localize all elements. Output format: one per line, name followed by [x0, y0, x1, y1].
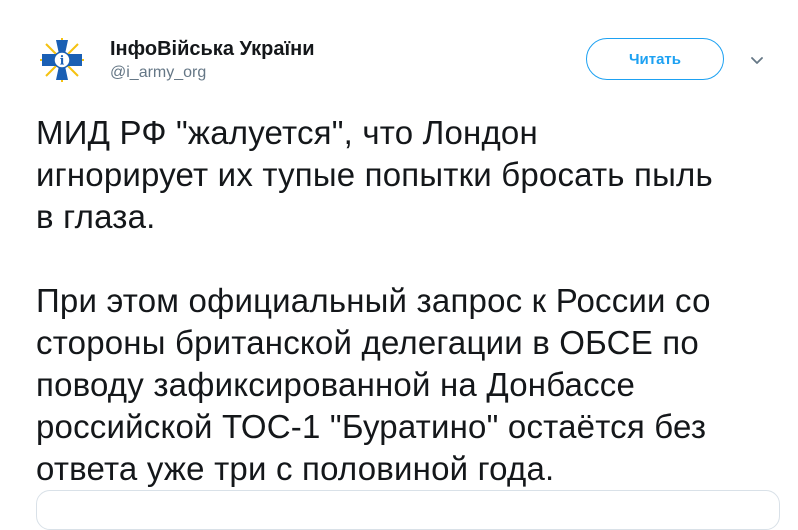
- tweet-line: При этом официальный запрос к России со: [36, 282, 711, 319]
- tweet-paragraph-1: МИД РФ "жалуется", что Лондон игнорирует…: [36, 112, 786, 238]
- svg-text:i: i: [60, 54, 65, 68]
- tweet-line: МИД РФ "жалуется", что Лондон: [36, 114, 538, 151]
- author-screen-name[interactable]: @i_army_org: [110, 64, 206, 82]
- tweet-menu-button[interactable]: [747, 50, 767, 70]
- tweet-text: МИД РФ "жалуется", что Лондон игнорирует…: [36, 112, 786, 490]
- tweet-line: игнорирует их тупые попытки бросать пыль: [36, 156, 713, 193]
- author-display-name[interactable]: ІнфоВійська України: [110, 38, 315, 61]
- tweet-line: стороны британской делегации в ОБСЕ по: [36, 324, 699, 361]
- follow-button[interactable]: Читать: [586, 38, 724, 80]
- tweet-paragraph-2: При этом официальный запрос к России со …: [36, 280, 786, 490]
- emblem-avatar-icon: i: [40, 38, 84, 82]
- chevron-down-icon: [751, 57, 763, 64]
- tweet-line: ответа уже три с половиной года.: [36, 450, 555, 487]
- tweet-card: i ІнфоВійська України @i_army_org Читать…: [0, 0, 798, 530]
- author-avatar[interactable]: i: [36, 34, 88, 86]
- attached-card-edge[interactable]: [36, 490, 780, 530]
- tweet-line: поводу зафиксированной на Донбассе: [36, 366, 636, 403]
- tweet-line: российской ТОС-1 "Буратино" остаётся без: [36, 408, 707, 445]
- tweet-line: в глаза.: [36, 198, 156, 235]
